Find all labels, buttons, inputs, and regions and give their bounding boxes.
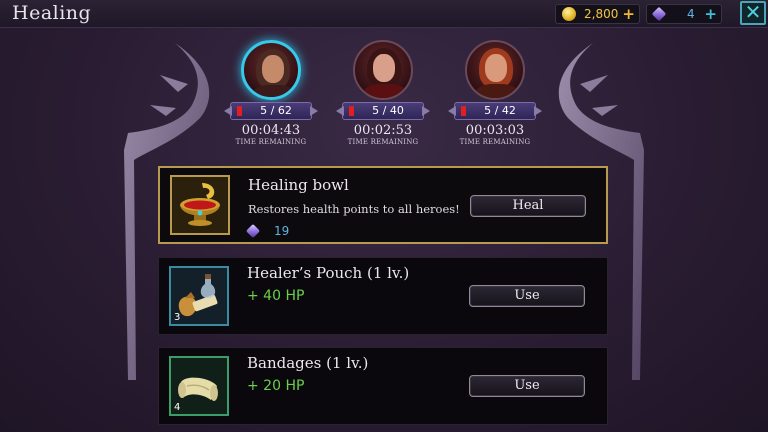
item-row-healing-bowl[interactable]: Healing bowl Restores health points to a… — [158, 166, 608, 244]
item-row-bandages[interactable]: 4 Bandages (1 lv.) + 20 HP Use — [158, 347, 608, 425]
item-effect: + 20 HP — [247, 378, 305, 394]
item-count: 3 — [174, 312, 181, 323]
item-count: 4 — [174, 402, 181, 413]
item-effect: + 40 HP — [247, 288, 305, 304]
hero-time-label: TIME REMAINING — [347, 138, 419, 146]
item-name: Bandages (1 lv.) — [247, 354, 369, 372]
hero-hp-bar: 5 / 42 — [454, 102, 536, 120]
hero-time-label: TIME REMAINING — [235, 138, 307, 146]
pouch-icon: 3 — [169, 266, 229, 326]
hero-armor — [475, 84, 519, 98]
hero-face — [262, 55, 284, 83]
hero-armor — [252, 85, 296, 97]
hero-hp-bar: 5 / 62 — [230, 102, 312, 120]
item-cost: 19 — [245, 223, 290, 239]
hero-portrait[interactable] — [353, 40, 413, 100]
hero-time-label: TIME REMAINING — [459, 138, 531, 146]
item-row-healers-pouch[interactable]: 3 Healer’s Pouch (1 lv.) + 40 HP Use — [158, 257, 608, 335]
hero-hp-bar: 5 / 40 — [342, 102, 424, 120]
item-name: Healer’s Pouch (1 lv.) — [247, 264, 410, 282]
gem-icon — [245, 223, 261, 239]
hp-marker-icon — [461, 106, 466, 116]
hero-slot-1[interactable]: 5 / 62 00:04:43 TIME REMAINING — [221, 40, 321, 146]
hero-portrait[interactable] — [241, 40, 301, 100]
hero-face — [373, 54, 395, 82]
hp-marker-icon — [349, 106, 354, 116]
hero-portrait[interactable] — [465, 40, 525, 100]
hero-armor — [363, 84, 407, 98]
hero-slot-2[interactable]: 5 / 40 00:02:53 TIME REMAINING — [333, 40, 433, 146]
hero-time: 00:02:53 — [353, 123, 413, 138]
hero-time: 00:04:43 — [241, 123, 301, 138]
hero-hp-text: 5 / 62 — [260, 104, 292, 117]
bandage-scroll-icon: 4 — [169, 356, 229, 416]
item-cost-value: 19 — [274, 224, 290, 238]
hp-marker-icon — [237, 106, 242, 116]
healing-bowl-icon — [170, 175, 230, 235]
use-button[interactable]: Use — [469, 375, 585, 397]
hero-slot-3[interactable]: 5 / 42 00:03:03 TIME REMAINING — [445, 40, 545, 146]
hero-hp-text: 5 / 42 — [484, 104, 516, 117]
item-description: Restores health points to all heroes! — [248, 202, 460, 216]
hero-face — [485, 54, 507, 82]
hero-hp-text: 5 / 40 — [372, 104, 404, 117]
heal-button[interactable]: Heal — [470, 195, 586, 217]
use-button[interactable]: Use — [469, 285, 585, 307]
item-name: Healing bowl — [248, 176, 349, 194]
hero-time: 00:03:03 — [465, 123, 525, 138]
